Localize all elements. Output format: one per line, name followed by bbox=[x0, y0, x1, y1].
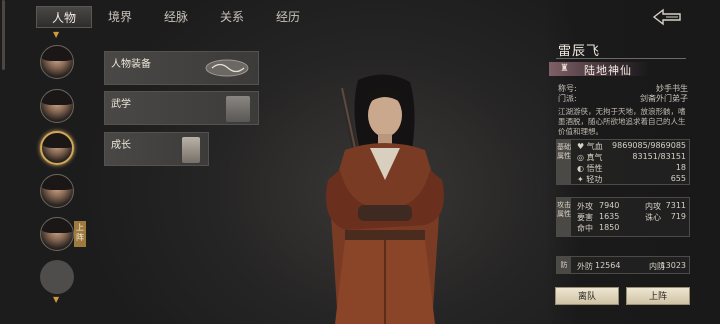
equipment-slot[interactable]: 人物装备 bbox=[104, 51, 259, 85]
stat-agility-value: 655 bbox=[670, 174, 686, 183]
defense-stats-panel: 防 外防 12564 内防 13023 bbox=[556, 256, 690, 274]
slot-label-equipment: 人物装备 bbox=[111, 59, 151, 70]
stat-inner-atk-value: 7311 bbox=[665, 201, 686, 210]
base-stats-label: 基础属性 bbox=[557, 140, 571, 184]
deployed-badge: 上阵 bbox=[74, 221, 86, 247]
stat-agility-label: ✦ 轻功 bbox=[577, 175, 603, 184]
character-name: 雷辰飞 bbox=[558, 44, 601, 59]
martial-arts-slot[interactable]: 武学 bbox=[104, 91, 259, 125]
character-description: 江湖游侠，无拘于天地，放浪形骸，嗜墨酒脱，随心所欲地追求着自己的人生价值和理想。 bbox=[558, 107, 686, 136]
tab-realm[interactable]: 境界 bbox=[92, 6, 148, 28]
character-portrait bbox=[326, 74, 444, 324]
roster-avatar-1[interactable] bbox=[40, 45, 74, 79]
stat-inner-atk-label: 内攻 bbox=[645, 202, 661, 211]
leave-party-button[interactable]: 离队 bbox=[555, 287, 619, 305]
stat-insight-label: ◐ 悟性 bbox=[577, 164, 603, 173]
stat-hp-label: ♥ 气血 bbox=[577, 142, 603, 151]
back-arrow-icon[interactable] bbox=[652, 8, 682, 26]
name-divider bbox=[556, 58, 686, 59]
roster-avatar-5[interactable] bbox=[40, 217, 74, 251]
stat-outer-atk-value: 7940 bbox=[599, 201, 620, 210]
realm-label: 陆地神仙 bbox=[584, 64, 632, 77]
roster-avatar-empty[interactable] bbox=[40, 260, 74, 294]
equipment-scroll-icon bbox=[205, 59, 249, 77]
growth-slot[interactable]: 成长 bbox=[104, 132, 209, 166]
stat-qi-value: 83151/83151 bbox=[632, 152, 686, 161]
stat-outer-atk-label: 外攻 bbox=[577, 202, 593, 211]
growth-scroll-icon bbox=[182, 137, 200, 163]
attack-stats-panel: 攻击属性 外攻 7940 内攻 7311 要害 1635 诛心 719 命中 1… bbox=[556, 197, 690, 237]
stat-heart-value: 719 bbox=[670, 212, 686, 221]
base-stats-panel: 基础属性 ♥ 气血 9869085/9869085 ◎ 真气 83151/831… bbox=[556, 139, 690, 185]
defense-stats-label: 防 bbox=[557, 257, 571, 273]
stat-outer-def-label: 外防 bbox=[577, 262, 593, 271]
stat-inner-def-value: 13023 bbox=[660, 261, 686, 270]
tab-history[interactable]: 经历 bbox=[260, 6, 316, 28]
stat-outer-def-value: 12564 bbox=[595, 261, 621, 270]
tab-relations[interactable]: 关系 bbox=[204, 6, 260, 28]
stat-vital-label: 要害 bbox=[577, 213, 593, 222]
scroll-down-indicator-icon[interactable]: ▼ bbox=[53, 295, 59, 304]
sect-label: 门派: bbox=[558, 94, 577, 103]
roster-avatar-2[interactable] bbox=[40, 89, 74, 123]
roster-avatar-4[interactable] bbox=[40, 174, 74, 208]
attack-stats-label: 攻击属性 bbox=[557, 198, 571, 236]
scroll-indicator[interactable] bbox=[2, 0, 5, 70]
sect-value: 剑斋外门弟子 bbox=[640, 94, 688, 103]
deploy-button[interactable]: 上阵 bbox=[626, 287, 690, 305]
slot-label-martial-arts: 武学 bbox=[111, 99, 131, 110]
tab-bar: 人物 境界 经脉 关系 经历 bbox=[36, 6, 316, 30]
tab-meridians[interactable]: 经脉 bbox=[148, 6, 204, 28]
stat-vital-value: 1635 bbox=[599, 212, 620, 221]
realm-icon: ♜ bbox=[560, 63, 569, 74]
stat-heart-label: 诛心 bbox=[645, 213, 661, 222]
tab-character[interactable]: 人物 bbox=[36, 6, 92, 28]
stat-hit-value: 1850 bbox=[599, 223, 620, 232]
slot-label-growth: 成长 bbox=[111, 140, 131, 151]
stat-insight-value: 18 bbox=[675, 163, 686, 172]
stat-qi-label: ◎ 真气 bbox=[577, 153, 603, 162]
roster-avatar-3-selected[interactable] bbox=[40, 131, 74, 165]
stat-hp-value: 9869085/9869085 bbox=[612, 141, 686, 150]
scroll-up-indicator-icon: ▼ bbox=[53, 30, 60, 39]
martial-book-icon bbox=[226, 96, 250, 122]
stat-hit-label: 命中 bbox=[577, 224, 593, 233]
